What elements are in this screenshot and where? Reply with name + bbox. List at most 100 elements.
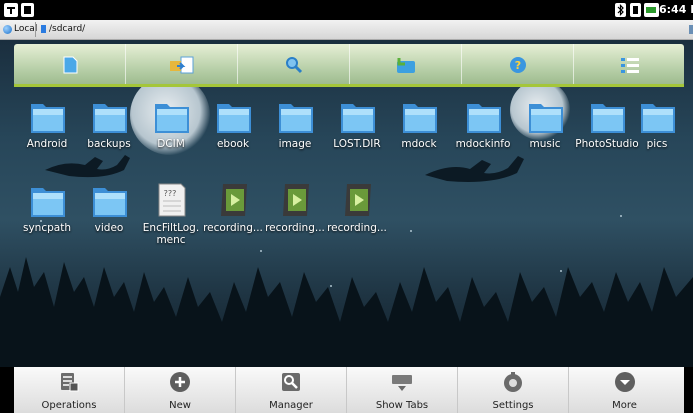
file-item-image[interactable]: image	[260, 96, 326, 166]
video-file-icon	[283, 184, 309, 216]
battery-icon	[644, 3, 659, 17]
folder-icon	[217, 104, 251, 133]
svg-text:???: ???	[164, 189, 177, 198]
file-item-ebook[interactable]: ebook	[198, 96, 264, 166]
path-menu-button[interactable]	[689, 25, 693, 34]
usb-debug-icon	[4, 3, 18, 17]
folder-icon	[279, 104, 313, 133]
file-item-recording-3[interactable]: recording...	[322, 180, 388, 250]
operations-icon	[61, 373, 79, 392]
toolbar-label: New	[169, 400, 191, 411]
folder-icon	[31, 188, 65, 217]
file-item-mdockinfo[interactable]: mdockinfo	[448, 96, 514, 166]
video-file-icon	[221, 184, 247, 216]
file-item-encfiltlog[interactable]: ??? EncFiltLog. menc	[136, 180, 202, 260]
show-tabs-button[interactable]: Show Tabs	[347, 367, 458, 413]
bottom-toolbar: Operations New Manager Show Tabs Setting…	[14, 367, 684, 413]
toolbar-label: Operations	[41, 400, 97, 411]
file-name: mdockinfo	[455, 138, 511, 150]
manager-button[interactable]: Manager	[236, 367, 347, 413]
toolbar-label: More	[612, 400, 637, 411]
more-icon	[614, 372, 635, 392]
file-name: recording...	[327, 222, 387, 234]
path-separator	[35, 22, 36, 37]
operations-button[interactable]: Operations	[14, 367, 125, 413]
file-item-mdock[interactable]: mdock	[384, 96, 450, 166]
file-item-backups[interactable]: backups	[74, 96, 140, 166]
file-item-music[interactable]: music	[510, 96, 576, 166]
location-button[interactable]: Local	[2, 23, 37, 36]
new-button[interactable]: New	[125, 367, 236, 413]
search-icon	[285, 57, 302, 74]
help-icon: ?	[509, 57, 526, 73]
folder-icon	[467, 104, 501, 133]
file-item-pics[interactable]: pics	[622, 96, 688, 166]
sdcard-icon	[41, 25, 46, 33]
file-name: syncpath	[23, 222, 71, 234]
file-name: music	[529, 138, 561, 150]
file-name: Android	[26, 138, 68, 150]
file-name: recording...	[265, 222, 325, 234]
new-icon	[170, 372, 190, 392]
manager-icon	[282, 373, 300, 391]
list-view-icon	[621, 58, 639, 73]
bluetooth-icon	[615, 3, 626, 17]
video-file-icon	[345, 184, 371, 216]
show-tabs-icon	[392, 375, 412, 391]
folder-icon	[93, 104, 127, 133]
settings-button[interactable]: Settings	[458, 367, 569, 413]
status-time: 6:44 P	[659, 3, 693, 16]
folder-icon	[93, 188, 127, 217]
folder-icon	[641, 104, 675, 133]
file-name: video	[94, 222, 124, 234]
file-item-dcim[interactable]: DCIM	[136, 96, 202, 166]
toolbar-label: Show Tabs	[375, 400, 429, 411]
folder-icon	[31, 104, 65, 133]
folder-icon	[403, 104, 437, 133]
up-folder-icon	[396, 58, 415, 73]
toolbar-label: Manager	[269, 400, 313, 411]
up-folder-button[interactable]	[350, 44, 462, 86]
copy-button[interactable]	[126, 44, 238, 86]
folder-icon	[529, 104, 563, 133]
local-icon	[3, 25, 12, 34]
unknown-file-icon: ???	[158, 183, 186, 217]
path-crumb[interactable]: /sdcard/	[41, 23, 85, 36]
action-bar: ?	[14, 44, 684, 86]
forest-silhouette	[0, 257, 693, 367]
file-name: DCIM	[157, 138, 185, 150]
file-name: backups	[87, 138, 131, 150]
file-name: pics	[646, 138, 668, 150]
new-file-button[interactable]	[14, 44, 126, 86]
copy-icon	[169, 56, 193, 74]
file-item-syncpath[interactable]: syncpath	[12, 180, 78, 250]
help-button[interactable]: ?	[462, 44, 574, 86]
file-item-lost-dir[interactable]: LOST.DIR	[322, 96, 388, 166]
sd-card-icon	[21, 3, 34, 17]
list-view-button[interactable]	[574, 44, 686, 86]
path-crumb-label: /sdcard/	[49, 24, 86, 34]
file-item-video[interactable]: video	[74, 180, 140, 250]
file-item-recording-2[interactable]: recording...	[260, 180, 326, 250]
settings-icon	[504, 372, 522, 392]
svg-text:?: ?	[514, 59, 520, 72]
action-bar-divider	[14, 84, 684, 87]
file-item-recording-1[interactable]: recording...	[198, 180, 264, 250]
file-name: LOST.DIR	[333, 138, 381, 150]
path-bar: Local /sdcard/	[0, 20, 693, 40]
folder-icon	[341, 104, 375, 133]
file-name: recording...	[203, 222, 263, 234]
location-label: Local	[14, 24, 38, 34]
new-file-icon	[63, 56, 77, 74]
file-name: EncFiltLog. menc	[142, 222, 200, 246]
more-button[interactable]: More	[569, 367, 680, 413]
folder-icon	[155, 104, 189, 133]
file-name: ebook	[216, 138, 250, 150]
toolbar-label: Settings	[492, 400, 534, 411]
file-name: mdock	[401, 138, 437, 150]
search-button[interactable]	[238, 44, 350, 86]
file-item-android[interactable]: Android	[12, 96, 78, 166]
status-bar: 6:44 P	[0, 0, 693, 20]
file-name: image	[278, 138, 312, 150]
wifi-icon	[630, 3, 641, 17]
